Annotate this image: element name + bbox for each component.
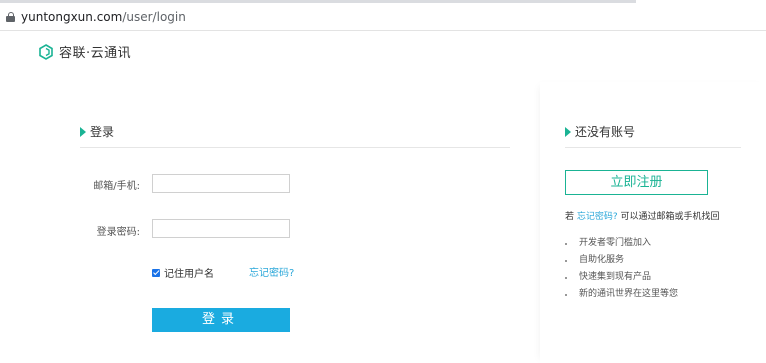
- list-item: 新的通讯世界在这里等您: [565, 286, 678, 303]
- list-item: 快速集到现有产品: [565, 269, 678, 286]
- bullet-icon: [565, 276, 567, 279]
- feature-list: 开发者零门槛加入 自助化服务 快速集到现有产品 新的通讯世界在这里等您: [565, 235, 678, 303]
- login-title-text: 登录: [90, 125, 115, 139]
- login-button[interactable]: 登录: [152, 308, 290, 332]
- email-label: 邮箱/手机:: [93, 181, 140, 192]
- hint-suffix: 可以通过邮箱或手机找回: [620, 212, 720, 222]
- remember-username[interactable]: 记住用户名: [152, 265, 214, 280]
- bullet-icon: [565, 259, 567, 262]
- register-divider: [565, 147, 741, 148]
- login-section-title: 登录: [80, 123, 114, 140]
- feature-text: 新的通讯世界在这里等您: [579, 289, 679, 299]
- register-button[interactable]: 立即注册: [565, 170, 708, 195]
- url-text[interactable]: yuntongxun.com/user/login: [21, 10, 186, 24]
- page-load-progress: [0, 0, 636, 3]
- url-field[interactable]: yuntongxun.com/user/login: [6, 9, 186, 25]
- ronglian-logo-icon: [39, 43, 53, 60]
- email-field[interactable]: [152, 174, 290, 193]
- browser-address-bar[interactable]: yuntongxun.com/user/login: [0, 0, 766, 31]
- remember-checkbox[interactable]: [152, 268, 160, 277]
- logo-text: 容联·云通讯: [59, 46, 132, 61]
- list-item: 开发者零门槛加入: [565, 235, 678, 252]
- url-path: /user/login: [122, 10, 186, 24]
- feature-text: 开发者零门槛加入: [579, 238, 652, 248]
- register-title-text: 还没有账号: [575, 125, 636, 139]
- password-field[interactable]: [152, 219, 290, 238]
- hint-prefix: 若: [565, 212, 575, 222]
- login-divider: [80, 147, 510, 148]
- recovery-hint: 若 忘记密码? 可以通过邮箱或手机找回: [565, 209, 720, 222]
- bullet-icon: [565, 242, 567, 245]
- register-section-title: 还没有账号: [565, 123, 635, 140]
- lock-icon: [6, 12, 15, 22]
- forgot-password-link[interactable]: 忘记密码?: [249, 264, 294, 279]
- site-logo[interactable]: 容联·云通讯: [38, 42, 131, 61]
- feature-text: 自助化服务: [579, 255, 625, 265]
- url-domain: yuntongxun.com: [21, 10, 123, 24]
- list-item: 自助化服务: [565, 252, 678, 269]
- triangle-marker-icon: [80, 126, 86, 137]
- triangle-marker-icon: [565, 126, 571, 137]
- remember-label: 记住用户名: [164, 269, 214, 280]
- feature-text: 快速集到现有产品: [579, 272, 652, 282]
- password-label: 登录密码:: [96, 227, 140, 238]
- bullet-icon: [565, 293, 567, 296]
- hint-forgot-link[interactable]: 忘记密码?: [577, 212, 618, 222]
